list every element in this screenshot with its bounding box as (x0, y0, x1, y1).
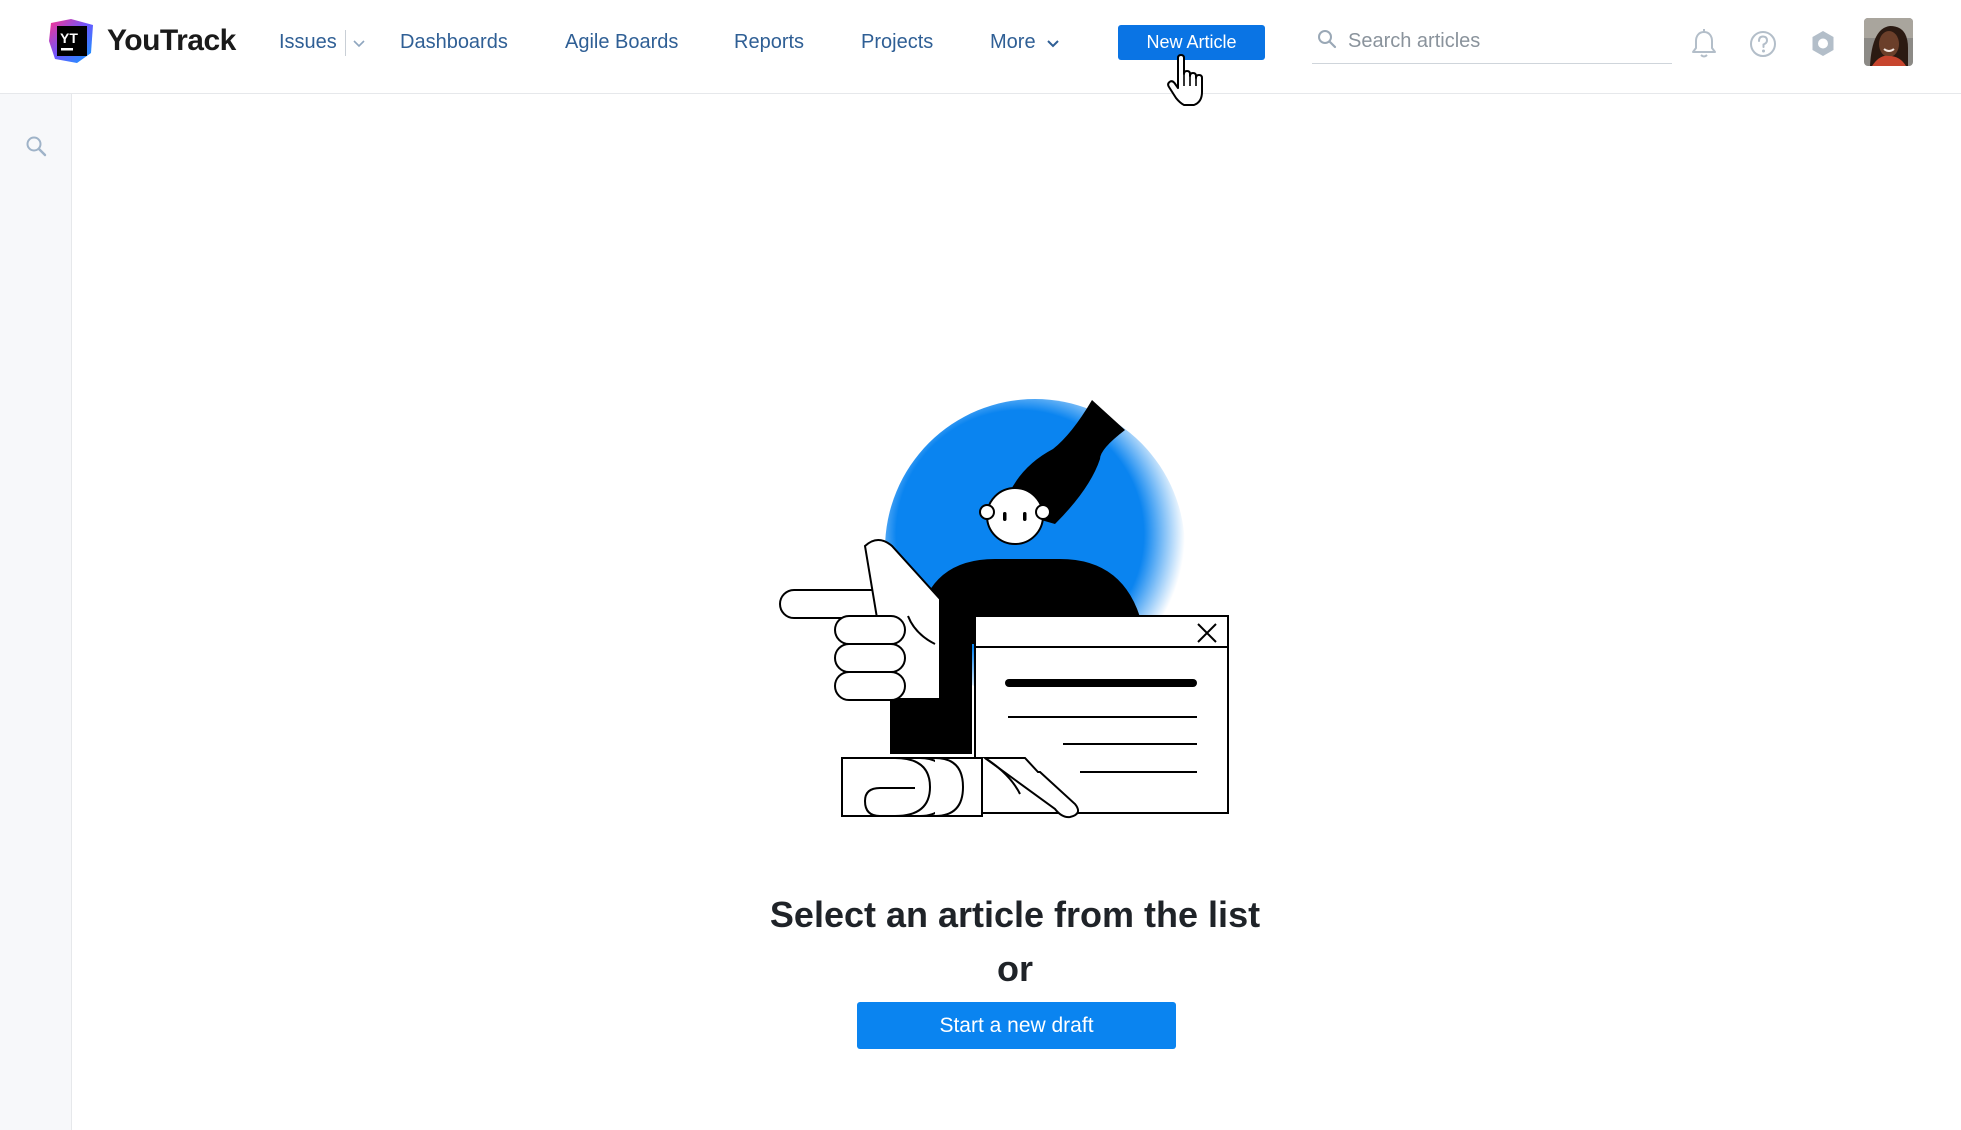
search-icon (1318, 30, 1337, 49)
nav-agile-boards[interactable]: Agile Boards (565, 28, 678, 56)
top-header: YT YouTrack Issues Dashboards Agile Boar… (0, 0, 1961, 106)
chevron-down-icon[interactable] (1046, 38, 1060, 48)
new-article-button[interactable]: New Article (1118, 25, 1265, 60)
start-new-draft-button[interactable]: Start a new draft (857, 1002, 1176, 1049)
settings-icon[interactable] (1807, 27, 1839, 61)
nav-reports[interactable]: Reports (734, 28, 804, 56)
chevron-down-icon[interactable] (352, 38, 366, 48)
left-sidebar (0, 94, 72, 1130)
nav-dashboards[interactable]: Dashboards (400, 28, 508, 56)
brand-name[interactable]: YouTrack (107, 22, 236, 60)
youtrack-logo-icon[interactable]: YT (47, 17, 97, 65)
mouse-cursor-icon (1167, 54, 1203, 106)
help-icon[interactable] (1747, 27, 1779, 61)
bell-icon[interactable] (1688, 27, 1720, 61)
user-photo-icon (1864, 18, 1913, 66)
empty-state-title: Select an article from the list (769, 894, 1261, 935)
empty-state-illustration (779, 399, 1229, 819)
empty-state-or: or (997, 948, 1033, 989)
search-icon[interactable] (24, 134, 48, 158)
nav-issues[interactable]: Issues (279, 28, 337, 56)
nav-divider (345, 30, 346, 56)
avatar[interactable] (1864, 18, 1913, 66)
search-input[interactable] (1348, 24, 1658, 58)
search-box[interactable] (1312, 22, 1672, 64)
nav-more[interactable]: More (990, 28, 1036, 56)
svg-text:YT: YT (60, 30, 78, 46)
nav-projects[interactable]: Projects (861, 28, 933, 56)
